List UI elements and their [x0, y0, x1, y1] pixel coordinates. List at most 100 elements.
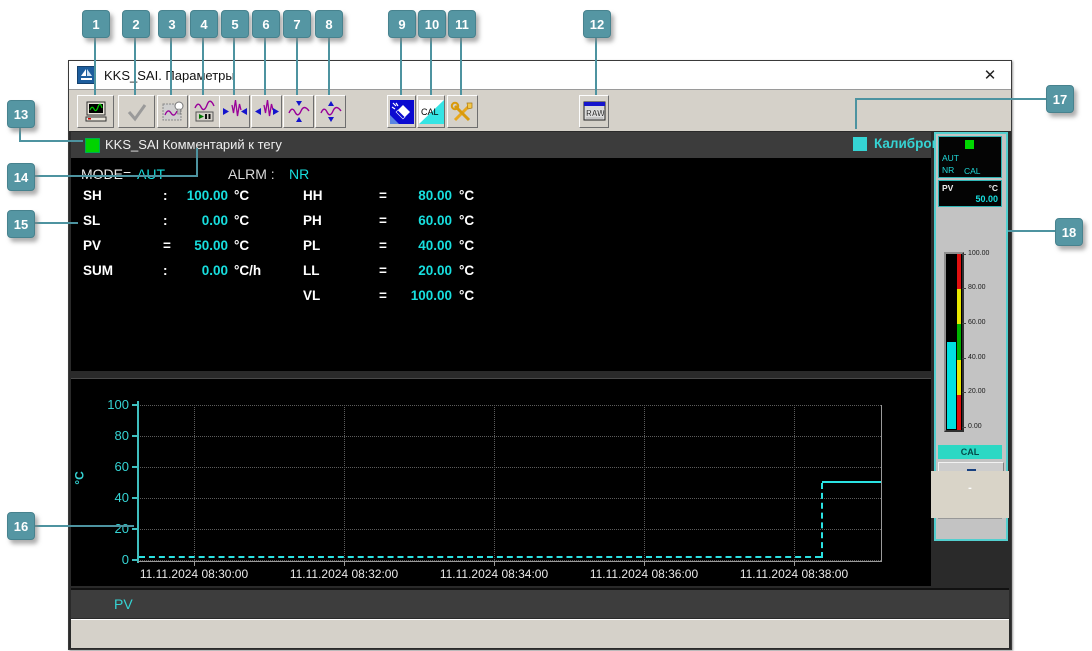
callout-line-8	[328, 37, 330, 95]
callout-14: 14	[7, 163, 35, 191]
callout-1: 1	[82, 10, 110, 38]
alarm-lamp-button[interactable]	[387, 95, 416, 128]
callout-line-13	[19, 140, 83, 142]
faceplate-status-led	[965, 140, 974, 149]
faceplate-cal-button[interactable]: CAL	[938, 445, 1002, 459]
param-row-ph: PH = 60.00 °C	[71, 213, 931, 230]
param-unit: °C	[459, 238, 475, 253]
callout-line-17	[855, 98, 1046, 100]
x-tick-label: 11.11.2024 08:36:00	[589, 567, 699, 581]
wave-arrows-in-icon	[222, 99, 247, 116]
callout-2: 2	[122, 10, 150, 38]
y-tick	[132, 435, 138, 437]
accept-button[interactable]	[118, 95, 155, 128]
scale-tick	[962, 288, 966, 289]
x-tick	[344, 561, 345, 566]
calibration-indicator-square	[853, 137, 867, 151]
y-tick-label: 20	[114, 521, 129, 536]
expand-time-button[interactable]	[251, 95, 282, 128]
callout-line-16	[34, 525, 134, 527]
mode-label: MODE=	[81, 166, 132, 182]
scale-label: 60.00	[968, 319, 986, 326]
svg-text:CAL: CAL	[421, 107, 439, 117]
callout-18: 18	[1055, 218, 1083, 246]
param-name: VL	[303, 288, 321, 303]
param-name: HH	[303, 188, 323, 203]
legend-item-pv[interactable]: PV	[114, 596, 133, 612]
param-row-vl: VL = 100.00 °C	[71, 288, 931, 305]
alarm-label: ALRM :	[228, 166, 275, 182]
x-tick	[794, 561, 795, 566]
callout-line-17	[855, 98, 857, 129]
gridline-v	[794, 405, 795, 560]
faceplate-mode: AUT	[942, 153, 959, 163]
svg-text:RAW: RAW	[586, 109, 605, 118]
compress-scale-button[interactable]	[283, 95, 314, 128]
callout-line-14	[34, 175, 198, 177]
param-unit: °C	[459, 263, 475, 278]
callout-line-11	[460, 37, 462, 95]
compress-time-button[interactable]	[219, 95, 250, 128]
raw-data-button[interactable]: RAW	[579, 95, 609, 128]
param-row-hh: HH = 80.00 °C	[71, 188, 931, 205]
snapshot-button[interactable]	[77, 95, 114, 128]
status-bar	[71, 619, 1009, 648]
callout-line-12	[595, 37, 597, 95]
callout-4: 4	[190, 10, 218, 38]
callout-line-2	[134, 37, 136, 95]
param-row-ll: LL = 20.00 °C	[71, 263, 931, 280]
trend-legend-row: PV	[71, 588, 1009, 618]
gridline-h	[138, 498, 881, 499]
expand-scale-button[interactable]	[315, 95, 346, 128]
callout-line-1	[94, 37, 96, 95]
faceplate-pv-label: PV	[942, 183, 954, 193]
scale-tick	[962, 358, 966, 359]
callout-line-5	[233, 37, 235, 95]
x-tick	[644, 561, 645, 566]
callout-8: 8	[315, 10, 343, 38]
calibration-button[interactable]: CAL	[417, 95, 445, 128]
close-button[interactable]: ✕	[979, 64, 1001, 86]
gridline-v	[194, 405, 195, 560]
callout-5: 5	[221, 10, 249, 38]
callout-13: 13	[7, 100, 35, 128]
callout-line-4	[202, 37, 204, 95]
callout-7: 7	[283, 10, 311, 38]
check-icon	[127, 103, 146, 121]
param-unit: °C	[459, 213, 475, 228]
x-tick-label: 11.11.2024 08:34:00	[439, 567, 549, 581]
y-tick	[132, 559, 138, 561]
faceplate-cal-flag: CAL	[964, 166, 981, 176]
bar-zone-hh	[957, 254, 961, 289]
gridline-h	[138, 405, 881, 406]
param-value: 40.00	[418, 238, 452, 253]
param-unit: °C	[459, 188, 475, 203]
callout-6: 6	[252, 10, 280, 38]
y-tick	[132, 528, 138, 530]
scale-label: 100.00	[968, 250, 990, 257]
y-axis-title: °C	[72, 471, 87, 485]
scale-tick	[962, 392, 966, 393]
wave-pause-icon	[193, 100, 215, 121]
y-tick	[132, 497, 138, 499]
tools-icon	[450, 101, 472, 121]
content-area: KKS_SAI Комментарий к тегу Калибровка MO…	[69, 131, 1011, 649]
plot-right-border	[881, 405, 882, 562]
pause-trend-button[interactable]	[189, 95, 220, 128]
callout-11: 11	[448, 10, 476, 38]
tools-button[interactable]	[447, 95, 478, 128]
trend-chart[interactable]: °C 100 80 60 40 20 0 11.11.2024 08:30:00…	[71, 378, 931, 586]
bar-zone-normal	[957, 324, 961, 360]
scale-label: 40.00	[968, 354, 986, 361]
gridline-v	[644, 405, 645, 560]
callout-3: 3	[158, 10, 186, 38]
parameters-window: KKS_SAI. Параметры ✕ CAL RAW KKS_SAI Ком…	[68, 60, 1012, 650]
callout-17: 17	[1046, 85, 1074, 113]
callout-line-7	[296, 37, 298, 95]
param-unit: °C	[459, 288, 475, 303]
param-value: 60.00	[418, 213, 452, 228]
flashlight-icon	[389, 99, 414, 124]
y-tick-label: 100	[107, 397, 129, 412]
export-image-button[interactable]	[157, 95, 188, 128]
faceplate-bar-graph	[944, 252, 964, 432]
